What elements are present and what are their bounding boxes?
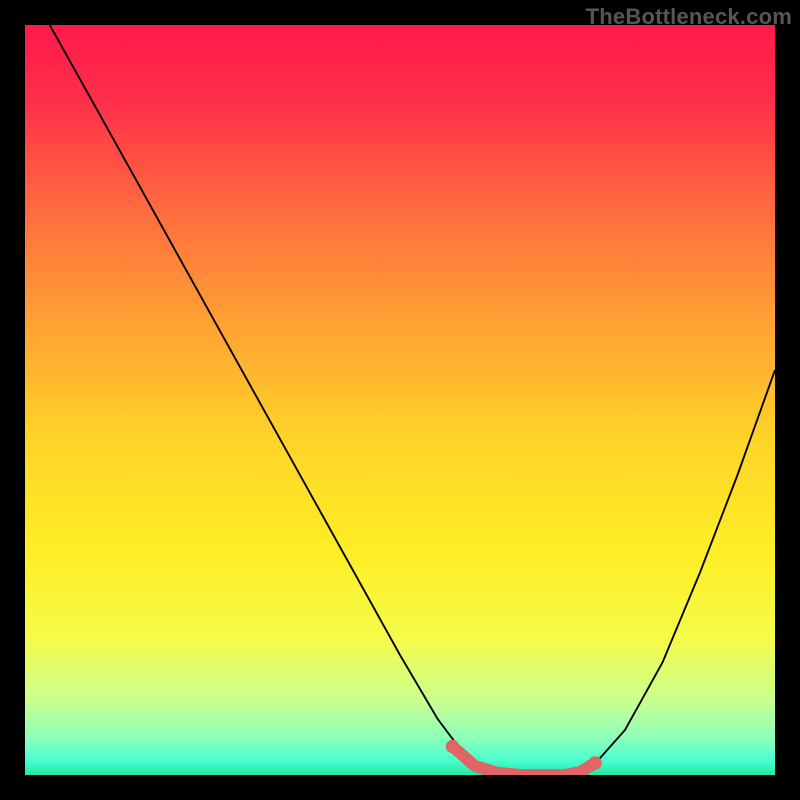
plot-area [25, 25, 775, 775]
chart-frame: TheBottleneck.com [0, 0, 800, 800]
curve-layer [25, 25, 775, 775]
sweet-spot-marker [446, 740, 602, 775]
bottleneck-curve [50, 25, 775, 775]
attribution-text: TheBottleneck.com [586, 4, 792, 30]
